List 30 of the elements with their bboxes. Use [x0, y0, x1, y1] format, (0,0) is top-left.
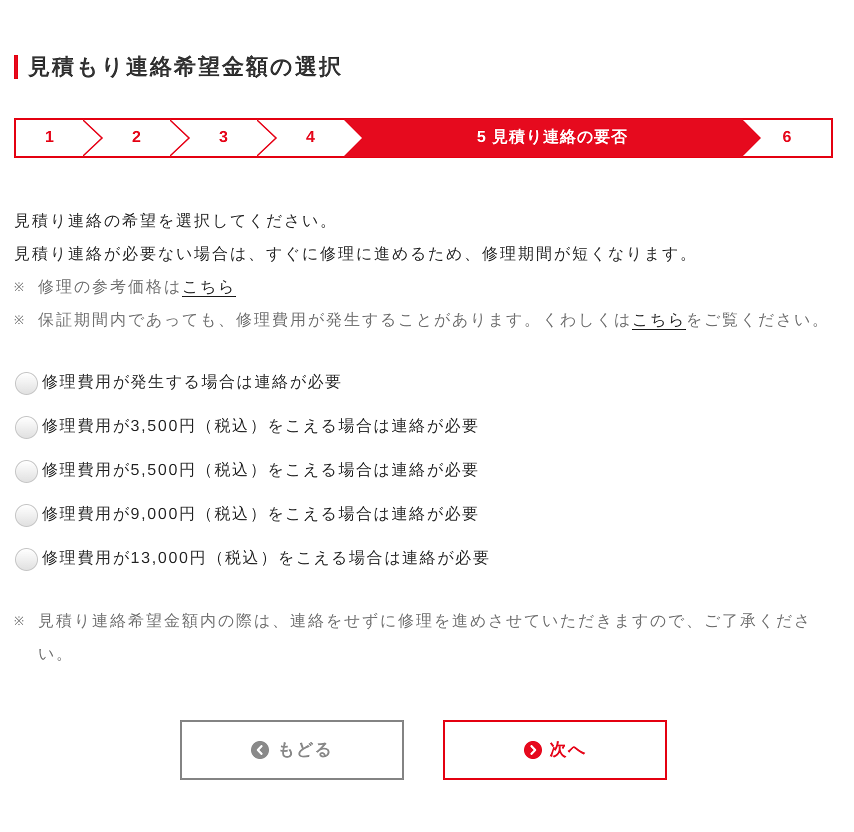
step-item: 5 見積り連絡の要否 [344, 120, 761, 156]
option-label[interactable]: 修理費用が13,000円（税込）をこえる場合は連絡が必要 [42, 547, 491, 571]
radio-button[interactable] [15, 416, 38, 438]
note-text: 保証期間内であっても、修理費用が発生することがあります。くわしくは こちら をご覧ください。 [38, 310, 830, 331]
note-mark: ※ [14, 279, 25, 296]
details-link[interactable]: こちら [182, 279, 236, 296]
chevron-left-circle-icon [251, 741, 270, 759]
details-link[interactable]: こちら [632, 312, 686, 329]
page-title: 見積もり連絡希望金額の選択 [14, 55, 343, 79]
note-mark: ※ [14, 312, 25, 329]
radio-button[interactable] [15, 460, 38, 482]
note-mark: ※ [14, 613, 25, 630]
note-text: 見積り連絡希望金額内の際は、連絡をせずに修理を進めさせていただきますので、ご了承ください。 [38, 612, 813, 665]
step-item: 4 [305, 128, 316, 148]
instruction-text: 見積り連絡が必要ない場合は、すぐに修理に進めるため、修理期間が短くなります。 [14, 244, 698, 265]
option-label[interactable]: 修理費用が9,000円（税込）をこえる場合は連絡が必要 [42, 503, 480, 527]
instruction-text: 見積り連絡の希望を選択してください。 [14, 212, 338, 232]
chevron-right-circle-icon [524, 741, 542, 759]
radio-button[interactable] [15, 504, 38, 526]
option-label[interactable]: 修理費用が5,500円（税込）をこえる場合は連絡が必要 [42, 459, 480, 483]
option-label[interactable]: 修理費用が発生する場合は連絡が必要 [42, 371, 343, 395]
next-button[interactable]: 次へ [443, 720, 667, 780]
step-item: 3 [218, 128, 229, 148]
option-label[interactable]: 修理費用が3,500円（税込）をこえる場合は連絡が必要 [42, 415, 480, 439]
step-item: 6 [782, 128, 792, 148]
step-item: 1 [44, 128, 55, 148]
note-text: 修理の参考価格は こちら [38, 278, 236, 298]
step-item: 2 [131, 128, 142, 148]
radio-button[interactable] [15, 548, 38, 570]
radio-button[interactable] [15, 372, 38, 394]
